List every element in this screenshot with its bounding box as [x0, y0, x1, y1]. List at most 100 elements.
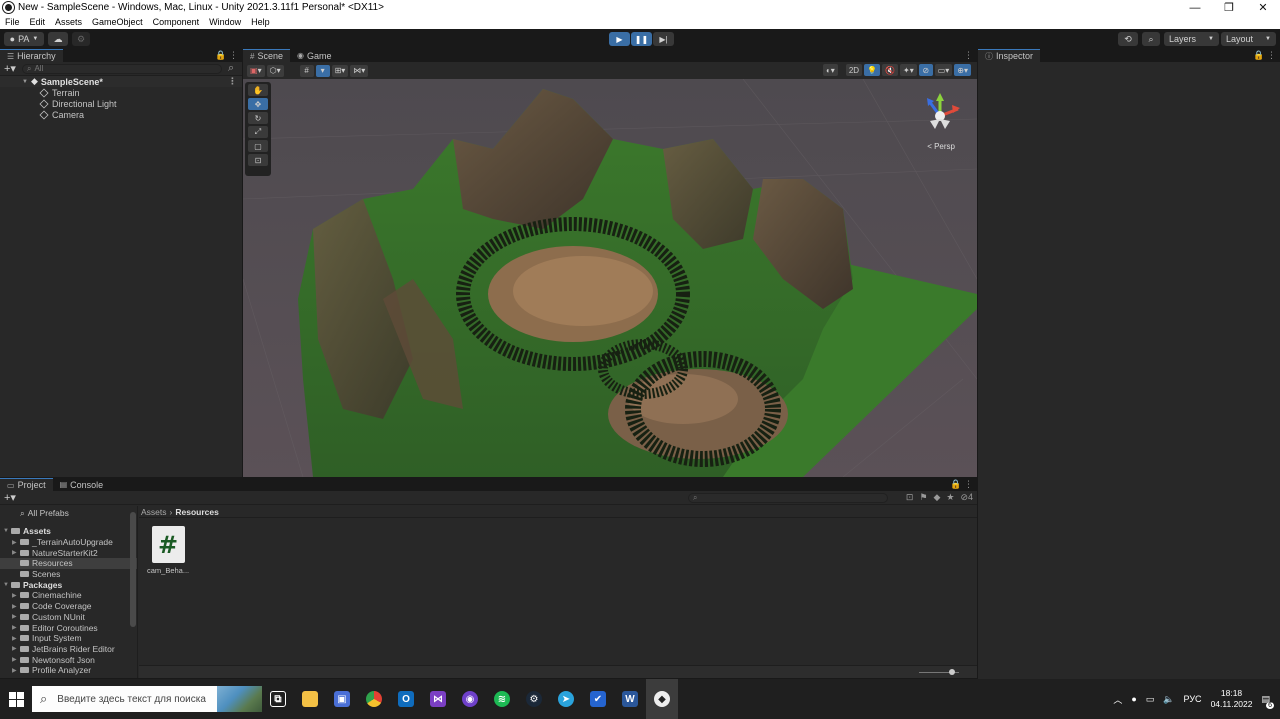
package-item[interactable]: ▶ Custom NUnit	[0, 612, 137, 623]
task-view-button[interactable]: ⧉	[262, 679, 294, 719]
create-button[interactable]: +▾	[4, 491, 16, 504]
visibility-toggle[interactable]: ⊘	[918, 64, 933, 76]
show-hidden-icons-icon[interactable]: ︿	[1113, 693, 1122, 706]
search-by-label-icon[interactable]: ⚑	[919, 492, 927, 503]
menu-edit[interactable]: Edit	[25, 17, 51, 27]
snap-button[interactable]: ⊞ ▾	[331, 64, 349, 77]
tab-game[interactable]: ◉ Game	[289, 49, 339, 62]
search-by-type-icon[interactable]: ⊡	[906, 492, 914, 503]
package-item[interactable]: ▶ Newtonsoft Json	[0, 654, 137, 665]
folder-tree-scrollbar[interactable]	[130, 512, 136, 627]
scene-viewport[interactable]: ✋ ✥ ↻ ⤢ ▢ ⊡ < Persp	[243, 79, 977, 477]
taskbar-file-explorer[interactable]	[294, 679, 326, 719]
star-icon[interactable]: ★	[946, 492, 954, 503]
tray-app-icon[interactable]: ●	[1131, 694, 1136, 704]
package-item[interactable]: ▶ Editor Coroutines	[0, 622, 137, 633]
menu-window[interactable]: Window	[204, 17, 246, 27]
taskbar-outlook[interactable]: O	[390, 679, 422, 719]
taskbar-chrome[interactable]	[358, 679, 390, 719]
collab-button[interactable]: ⚙	[72, 32, 90, 46]
package-item[interactable]: ▶ Cinemachine	[0, 590, 137, 601]
hierarchy-item-directional-light[interactable]: Directional Light	[0, 98, 242, 109]
audio-toggle[interactable]: 🔇	[882, 64, 898, 76]
camera-button[interactable]: ▭ ▾	[934, 64, 953, 76]
package-item[interactable]: ▶ Profile Analyzer	[0, 665, 137, 676]
panel-menu-icon[interactable]: 🔒 ⋮	[215, 50, 238, 61]
hierarchy-search-input[interactable]: ⌕ All	[21, 63, 222, 74]
cloud-button[interactable]: ☁	[48, 32, 68, 46]
scene-menu-icon[interactable]: ⋮	[228, 76, 237, 87]
menu-gameobject[interactable]: GameObject	[87, 17, 148, 27]
packages-root[interactable]: ▼ Packages	[0, 579, 137, 590]
package-item[interactable]: ▶ JetBrains Rider Editor	[0, 644, 137, 655]
volume-icon[interactable]: 🔈	[1163, 694, 1174, 705]
network-icon[interactable]: ▭	[1146, 694, 1155, 705]
hierarchy-item-terrain[interactable]: Terrain	[0, 87, 242, 98]
minimize-button[interactable]: —	[1178, 0, 1212, 15]
rect-tool-button[interactable]: ▢	[248, 140, 268, 152]
2d-toggle[interactable]: 2D	[845, 64, 863, 76]
rotate-tool-button[interactable]: ↻	[248, 112, 268, 124]
all-prefabs-item[interactable]: ⌕ All Prefabs	[0, 506, 137, 520]
folder-item[interactable]: ▶ _TerrainAutoUpgrade	[0, 537, 137, 548]
taskbar-unity[interactable]: ◆	[646, 679, 678, 719]
taskbar-search[interactable]: ⌕ Введите здесь текст для поиска	[32, 686, 262, 712]
move-tool-button[interactable]: ✥	[248, 98, 268, 110]
render-mode-button[interactable]: ⬡ ▾	[266, 64, 284, 77]
language-indicator[interactable]: РУС	[1184, 694, 1202, 704]
start-button[interactable]	[0, 679, 32, 719]
zoom-slider-handle[interactable]	[949, 669, 955, 675]
panel-menu-icon[interactable]: 🔒 ⋮	[1253, 50, 1276, 61]
history-button[interactable]: ⟲	[1118, 32, 1138, 46]
breadcrumb-resources[interactable]: Resources	[175, 507, 218, 517]
package-item[interactable]: ▶ Input System	[0, 633, 137, 644]
pause-button[interactable]: ❚❚	[631, 32, 652, 46]
layers-dropdown[interactable]: Layers ▼	[1164, 32, 1219, 46]
search-button[interactable]: ⌕	[1142, 32, 1160, 46]
scene-root[interactable]: ▼ ◆ SampleScene* ⋮	[0, 76, 242, 87]
tab-inspector[interactable]: ⓘ Inspector	[978, 49, 1041, 62]
taskbar-todo[interactable]: ✔	[582, 679, 614, 719]
menu-file[interactable]: File	[0, 17, 25, 27]
tab-scene[interactable]: # Scene	[243, 49, 290, 62]
breadcrumb-assets[interactable]: Assets	[141, 507, 167, 517]
layout-dropdown[interactable]: Layout ▼	[1221, 32, 1276, 46]
taskbar-spotify[interactable]: ≋	[486, 679, 518, 719]
tag-icon[interactable]: ◆	[933, 492, 940, 503]
grid-snap-button[interactable]: #	[299, 64, 314, 77]
package-item[interactable]: ▶ Code Coverage	[0, 601, 137, 612]
draw-mode-button[interactable]: ▣ ▾	[247, 64, 265, 77]
maximize-button[interactable]: ❐	[1212, 0, 1246, 15]
step-button[interactable]: ▶|	[653, 32, 674, 46]
grid-dropdown[interactable]: ▾	[315, 64, 330, 77]
menu-assets[interactable]: Assets	[50, 17, 87, 27]
folder-item-selected[interactable]: Resources	[0, 558, 137, 569]
taskbar-github[interactable]: ◉	[454, 679, 486, 719]
assets-root[interactable]: ▼ Assets	[0, 526, 137, 537]
menu-component[interactable]: Component	[148, 17, 205, 27]
projection-label[interactable]: < Persp	[927, 142, 955, 151]
increment-snap-button[interactable]: ⋈ ▾	[350, 64, 369, 77]
clock[interactable]: 18:18 04.11.2022	[1211, 688, 1253, 710]
taskbar-telegram[interactable]: ➤	[550, 679, 582, 719]
lighting-toggle[interactable]: 💡	[864, 64, 881, 76]
menu-help[interactable]: Help	[246, 17, 275, 27]
hidden-packages-button[interactable]: ⊘4	[960, 492, 973, 503]
panel-menu-icon[interactable]: 🔒 ⋮	[950, 479, 973, 490]
account-dropdown[interactable]: ● PA ▼	[4, 32, 44, 46]
project-search-input[interactable]: ⌕	[688, 493, 888, 503]
tab-console[interactable]: ▤ Console	[52, 478, 111, 491]
folder-item[interactable]: ▶ NatureStarterKit2	[0, 547, 137, 558]
close-button[interactable]: ✕	[1246, 0, 1280, 15]
play-button[interactable]: ▶	[609, 32, 630, 46]
taskbar-save-app[interactable]: ▣	[326, 679, 358, 719]
filter-icon[interactable]: ⌕	[228, 62, 234, 75]
hierarchy-item-camera[interactable]: Camera	[0, 109, 242, 120]
gizmos-button[interactable]: ⊕ ▾	[954, 64, 971, 76]
asset-item[interactable]: # cam_Beha...	[147, 526, 189, 575]
panel-menu-icon[interactable]: ⋮	[964, 50, 973, 61]
folder-item[interactable]: Scenes	[0, 569, 137, 580]
tab-hierarchy[interactable]: ☰ Hierarchy	[0, 49, 63, 62]
taskbar-word[interactable]: W	[614, 679, 646, 719]
scale-tool-button[interactable]: ⤢	[248, 126, 268, 138]
